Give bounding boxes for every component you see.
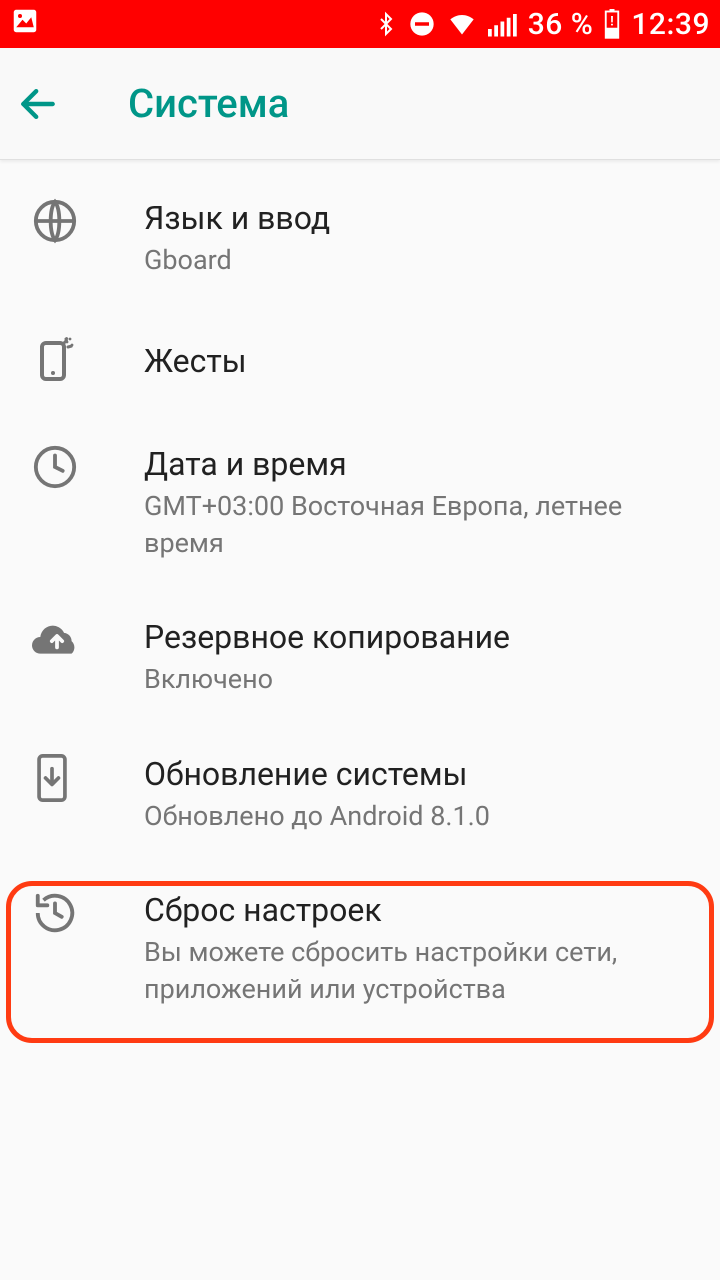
battery-percent: 36 % [528,7,594,42]
item-title: Обновление системы [144,754,686,794]
settings-list: Язык и ввод Gboard Жесты Дата и время GM… [0,160,720,1035]
gestures-icon [24,337,144,385]
item-subtitle: Обновлено до Android 8.1.0 [144,798,686,834]
cellular-signal-icon [488,11,518,37]
do-not-disturb-icon [408,10,436,38]
bluetooth-icon [374,9,398,39]
item-title: Резервное копирование [144,617,686,657]
restore-icon [24,890,144,936]
page-title: Система [128,80,289,127]
list-item-gestures[interactable]: Жесты [0,306,720,416]
list-item-backup[interactable]: Резервное копирование Включено [0,589,720,725]
list-item-reset[interactable]: Сброс настроек Вы можете сбросить настро… [0,862,720,1035]
item-title: Жесты [144,341,686,381]
clock: 12:39 [631,7,710,42]
item-title: Дата и время [144,444,686,484]
list-item-date-time[interactable]: Дата и время GMT+03:00 Восточная Европа,… [0,416,720,589]
list-item-language-input[interactable]: Язык и ввод Gboard [0,170,720,306]
language-icon [24,198,144,244]
status-bar: 36 % ! 12:39 [0,0,720,48]
item-title: Сброс настроек [144,890,686,930]
item-subtitle: Включено [144,661,686,697]
item-subtitle: GMT+03:00 Восточная Европа, летнее время [144,488,686,561]
app-bar: Система [0,48,720,160]
item-title: Язык и ввод [144,198,686,238]
wifi-icon [446,10,478,38]
clock-icon [24,444,144,490]
list-item-system-update[interactable]: Обновление системы Обновлено до Android … [0,726,720,862]
item-subtitle: Вы можете сбросить настройки сети, прило… [144,934,686,1007]
item-subtitle: Gboard [144,242,686,278]
back-button[interactable] [16,82,88,126]
image-notification-icon [10,6,40,43]
battery-icon: ! [603,9,621,39]
system-update-icon [24,754,144,802]
svg-text:!: ! [611,14,614,29]
cloud-upload-icon [24,617,144,657]
